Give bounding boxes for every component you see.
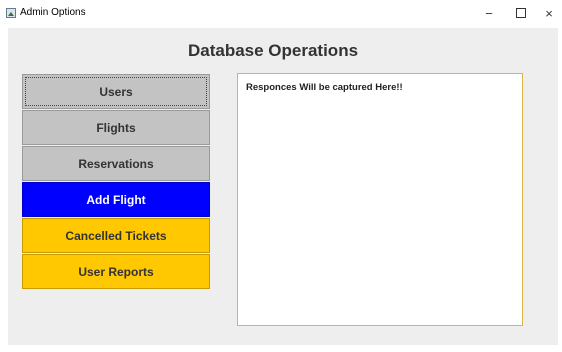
window-title: Admin Options	[20, 7, 86, 18]
response-text: Responces Will be captured Here!!	[246, 82, 403, 93]
maximize-button[interactable]	[511, 4, 531, 22]
java-app-icon	[6, 8, 16, 18]
cancelled-tickets-button[interactable]: Cancelled Tickets	[22, 218, 210, 253]
close-button[interactable]: ×	[539, 4, 559, 22]
flights-button[interactable]: Flights	[22, 110, 210, 145]
user-reports-button[interactable]: User Reports	[22, 254, 210, 289]
minimize-button[interactable]: −	[479, 4, 499, 22]
add-flight-button[interactable]: Add Flight	[22, 182, 210, 217]
operations-menu: Users Flights Reservations Add Flight Ca…	[22, 74, 210, 290]
users-button[interactable]: Users	[22, 74, 210, 109]
page-title: Database Operations	[187, 41, 359, 60]
reservations-button[interactable]: Reservations	[22, 146, 210, 181]
maximize-icon	[516, 8, 526, 18]
response-area[interactable]: Responces Will be captured Here!!	[237, 73, 523, 326]
title-bar: Admin Options − ×	[0, 0, 562, 28]
content-panel: Database Operations Users Flights Reserv…	[8, 28, 558, 345]
